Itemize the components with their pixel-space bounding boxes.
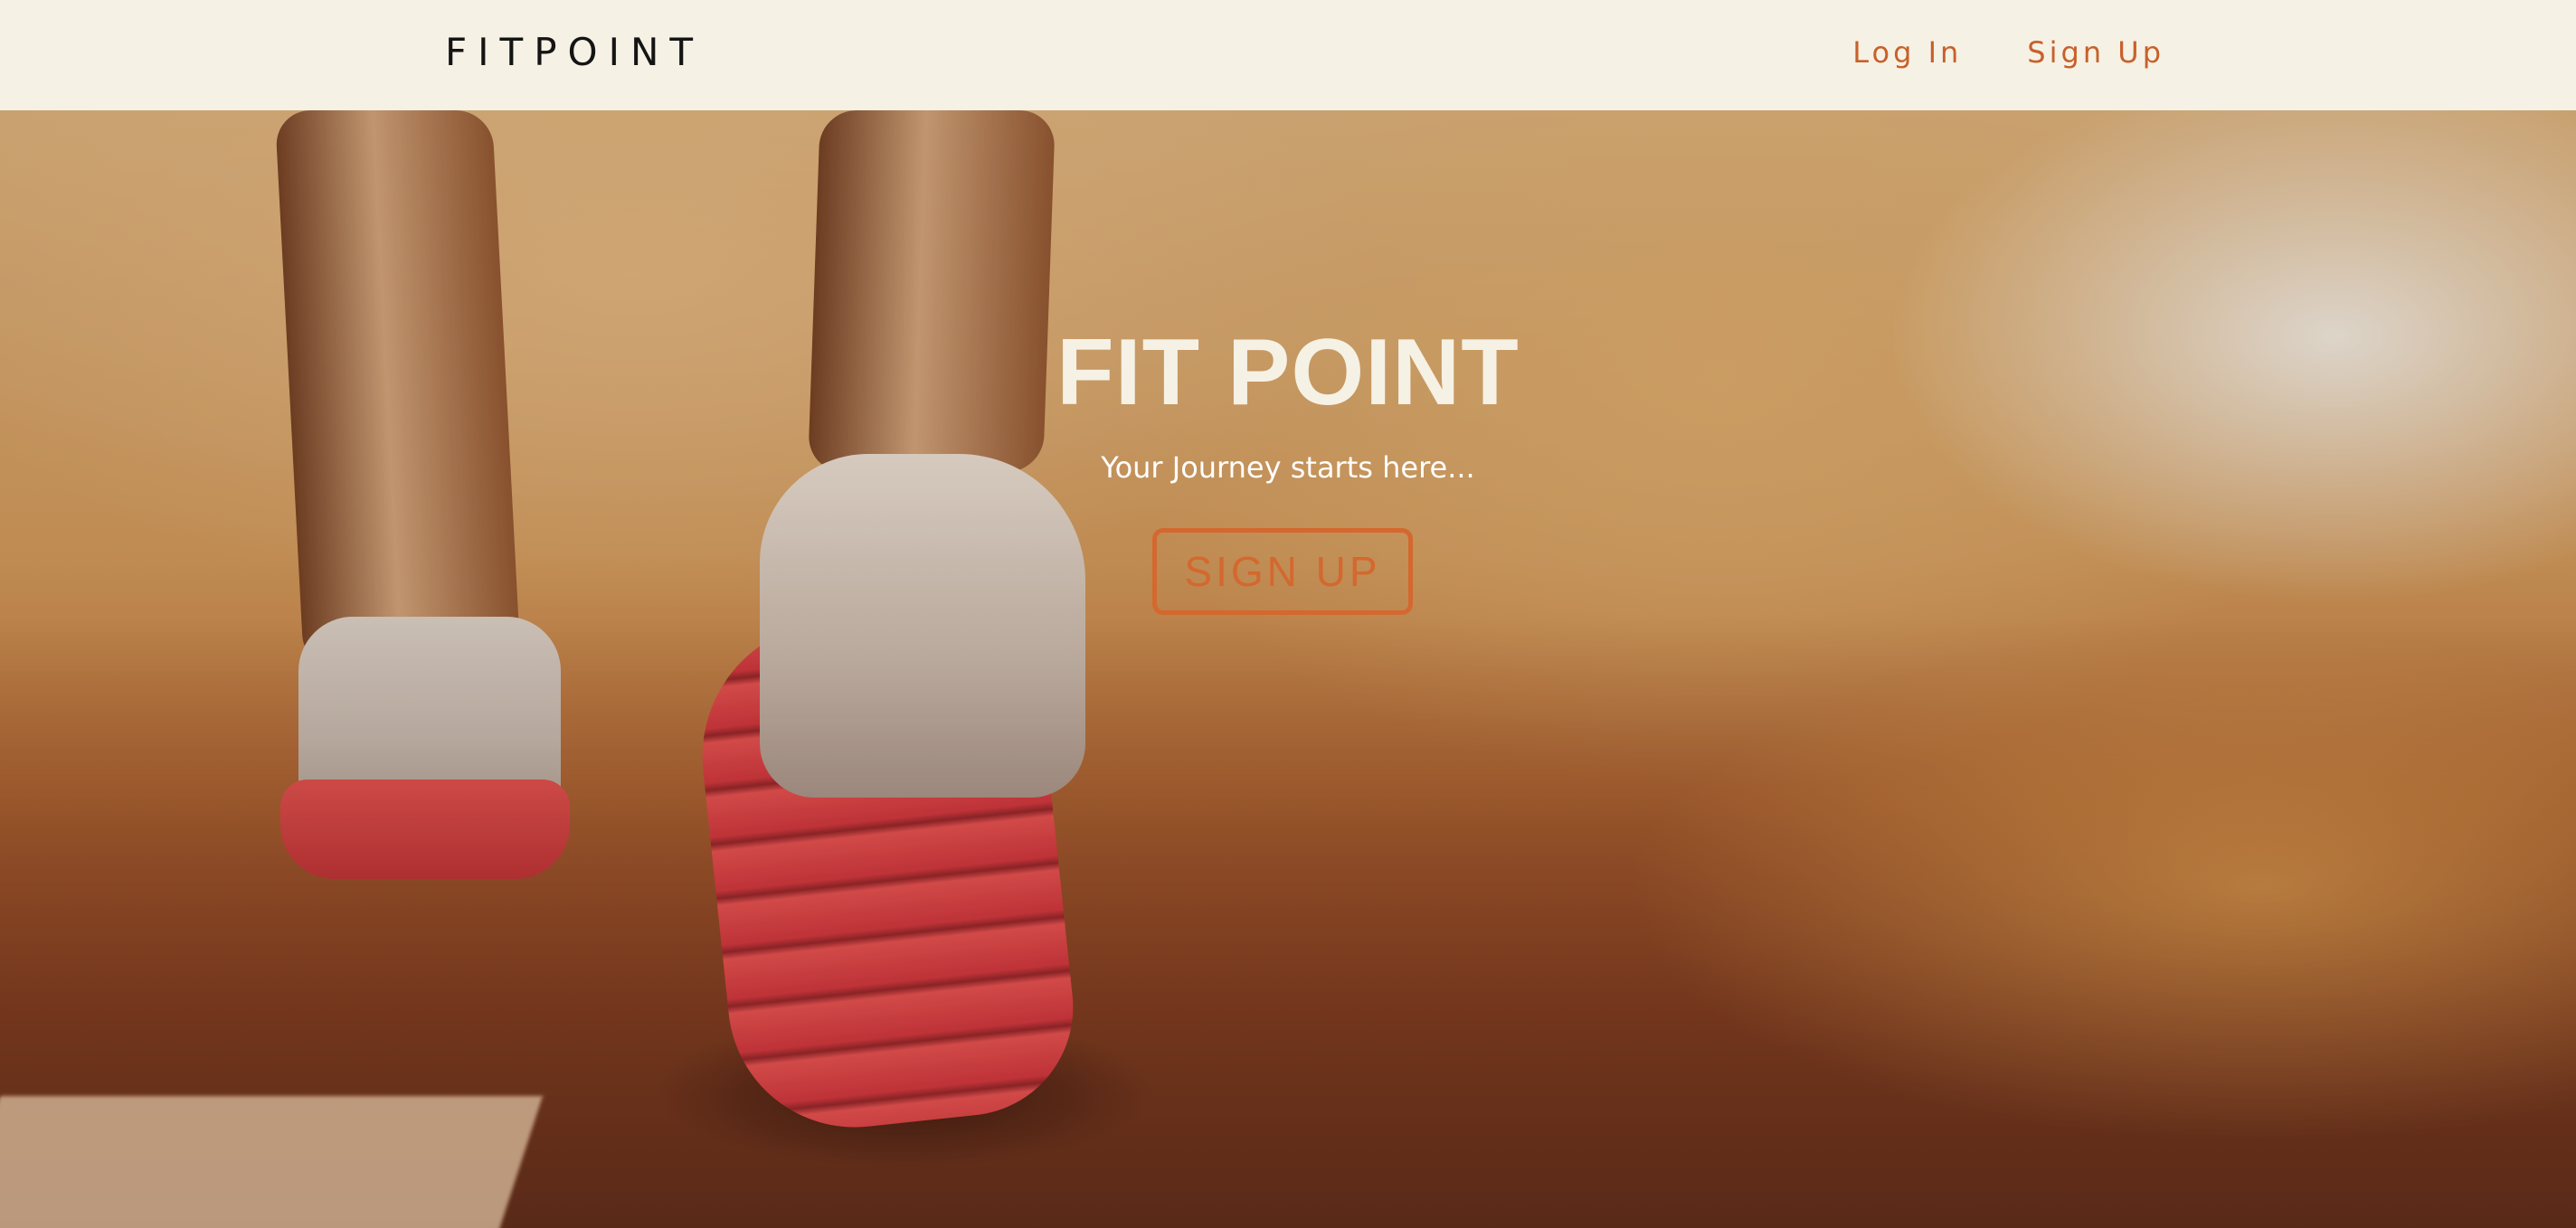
hero-subtitle: Your Journey starts here... bbox=[1101, 450, 1475, 485]
top-navbar: FITPOINT Log In Sign Up bbox=[0, 0, 2576, 110]
hero-section: FIT POINT Your Journey starts here... SI… bbox=[0, 110, 2576, 1228]
brand-logo[interactable]: FITPOINT bbox=[445, 25, 704, 80]
hero-overlay bbox=[0, 110, 2576, 1228]
nav-links: Log In Sign Up bbox=[1852, 27, 2164, 78]
hero-signup-button[interactable]: SIGN UP bbox=[1152, 528, 1413, 615]
signup-link[interactable]: Sign Up bbox=[2027, 27, 2164, 78]
hero-title: FIT POINT bbox=[1056, 320, 1520, 425]
login-link[interactable]: Log In bbox=[1852, 27, 1962, 78]
